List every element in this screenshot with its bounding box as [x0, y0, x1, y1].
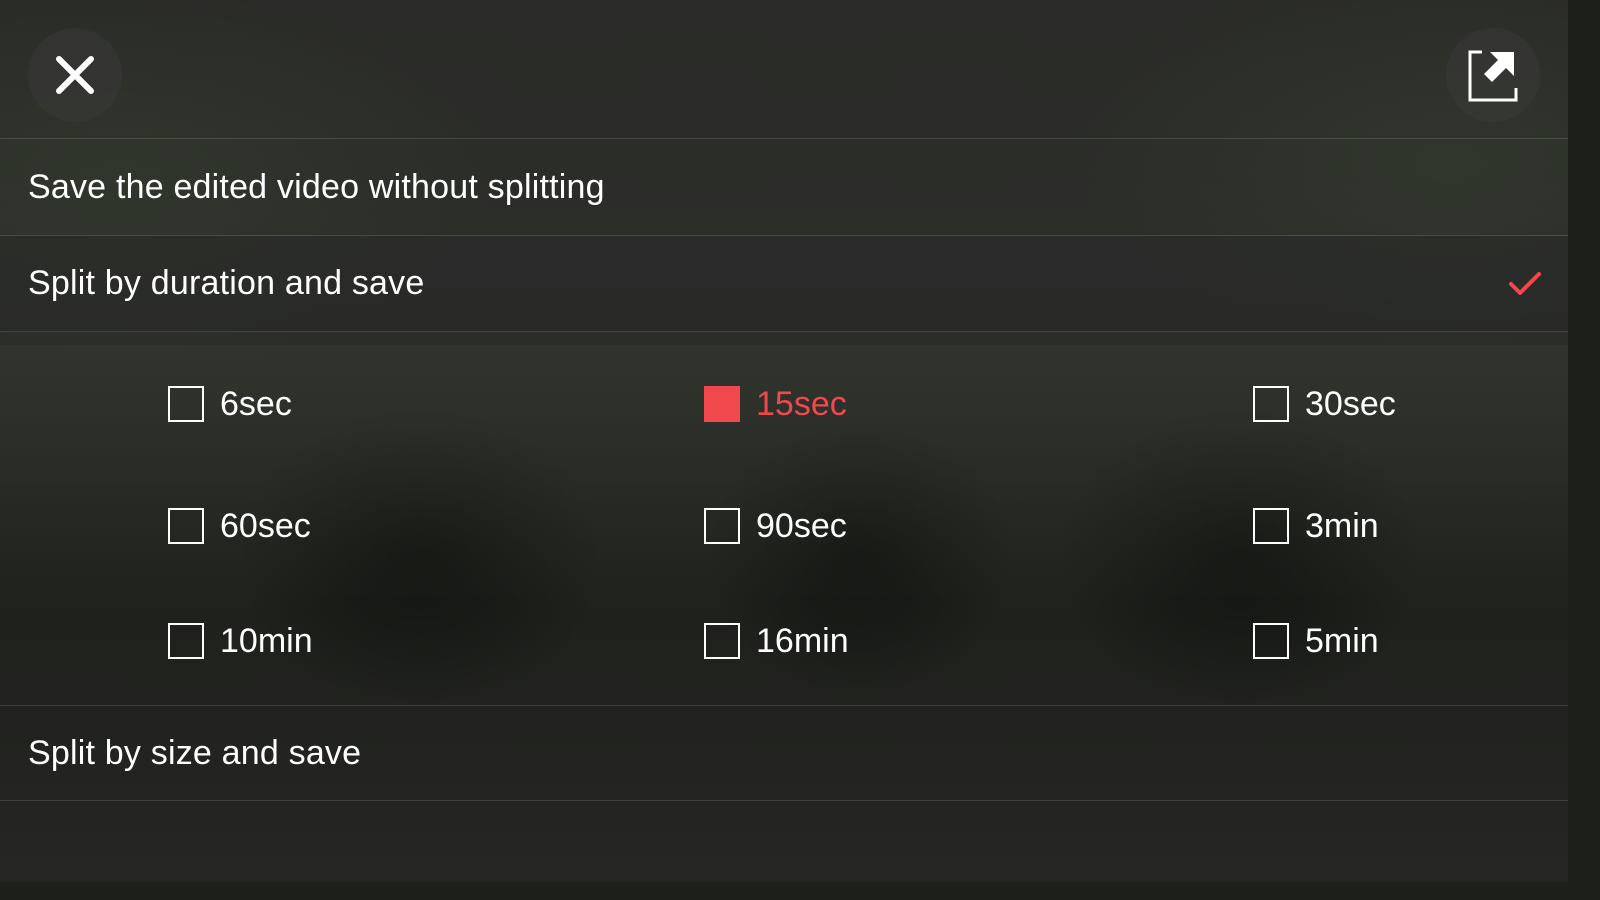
duration-option-label: 60sec: [220, 506, 311, 545]
save-without-splitting-label: Save the edited video without splitting: [28, 167, 605, 206]
checkbox[interactable]: [704, 508, 740, 544]
split-by-size-label: Split by size and save: [28, 733, 362, 772]
close-icon: [56, 56, 94, 94]
duration-option-10min[interactable]: 10min: [168, 621, 313, 661]
checkbox[interactable]: [1253, 508, 1289, 544]
duration-option-5min[interactable]: 5min: [1253, 621, 1379, 661]
export-icon: [1468, 50, 1518, 102]
duration-option-6sec[interactable]: 6sec: [168, 384, 292, 424]
checkbox[interactable]: [704, 623, 740, 659]
checkbox[interactable]: [168, 623, 204, 659]
duration-option-label: 16min: [756, 621, 849, 660]
checkbox[interactable]: [1253, 623, 1289, 659]
split-by-size-option[interactable]: Split by size and save: [0, 705, 1568, 801]
checkmark-icon: [1509, 271, 1541, 295]
checkbox[interactable]: [168, 508, 204, 544]
export-button[interactable]: [1446, 28, 1540, 122]
duration-option-label: 90sec: [756, 506, 847, 545]
split-by-duration-label: Split by duration and save: [28, 264, 425, 302]
duration-option-label: 5min: [1305, 621, 1379, 660]
duration-option-15sec[interactable]: 15sec: [704, 384, 847, 424]
duration-option-label: 15sec: [756, 384, 847, 423]
checkbox-checked[interactable]: [704, 386, 740, 422]
duration-option-label: 30sec: [1305, 384, 1396, 423]
duration-option-60sec[interactable]: 60sec: [168, 506, 311, 546]
duration-option-16min[interactable]: 16min: [704, 621, 849, 661]
duration-option-3min[interactable]: 3min: [1253, 506, 1379, 546]
close-button[interactable]: [28, 28, 122, 122]
duration-option-label: 10min: [220, 621, 313, 660]
split-by-duration-option[interactable]: Split by duration and save: [0, 236, 1568, 332]
duration-option-30sec[interactable]: 30sec: [1253, 384, 1396, 424]
top-bar: [0, 0, 1568, 139]
save-without-splitting-option[interactable]: Save the edited video without splitting: [0, 139, 1568, 236]
duration-option-label: 3min: [1305, 506, 1379, 545]
checkbox[interactable]: [1253, 386, 1289, 422]
duration-option-90sec[interactable]: 90sec: [704, 506, 847, 546]
duration-option-label: 6sec: [220, 384, 292, 423]
checkbox[interactable]: [168, 386, 204, 422]
duration-options-grid: 6sec 15sec 30sec 60sec 90sec 3min 10min …: [0, 332, 1568, 704]
